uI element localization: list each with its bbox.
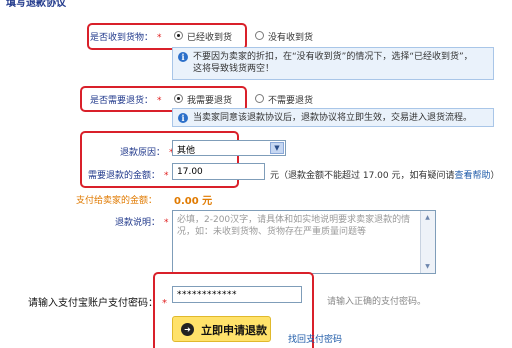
forgot-password-link[interactable]: 找回支付密码 [288, 332, 342, 345]
scroll-up-icon[interactable]: ▲ [422, 212, 433, 223]
submit-refund-button[interactable]: ➜ 立即申请退款 [172, 316, 271, 342]
refund-note-textarea[interactable]: 必填，2-200汉字，请具体和如实地说明要求卖家退款的情况，如：未收到货物、货物… [172, 210, 436, 274]
need-return-hint: i 当卖家同意该退款协议后，退款协议将立即生效，交易进入退货流程。 [172, 108, 494, 127]
refund-amount-label: 需要退款的金额： * [88, 171, 169, 181]
refund-note-label: 退款说明： * [115, 218, 169, 228]
need-return-no-radio[interactable] [255, 94, 264, 103]
textarea-scrollbar[interactable]: ▲ ▼ [420, 211, 435, 273]
seller-amount-label: 支付给卖家的金额： [76, 196, 158, 206]
arrow-right-icon: ➜ [181, 323, 194, 336]
info-icon: i [178, 113, 188, 123]
goods-received-no-radio[interactable] [255, 31, 264, 40]
refund-reason-select[interactable]: 其他 ▼ [172, 140, 286, 156]
password-label: 请输入支付宝账户支付密码： * [28, 298, 167, 309]
refund-amount-input[interactable]: 17.00 [172, 163, 265, 180]
need-return-no-label[interactable]: 不需要退货 [268, 93, 313, 106]
seller-amount-value: 0.00 元 [174, 196, 213, 207]
goods-received-label: 是否收到货物： * [90, 33, 162, 43]
scroll-down-icon[interactable]: ▼ [422, 261, 433, 272]
goods-received-hint: i 不要因为卖家的折扣，在“没有收到货”的情况下，选择“已经收到货”， 这将导致… [172, 47, 494, 80]
goods-received-yes-radio[interactable] [174, 31, 183, 40]
need-return-yes-radio[interactable] [174, 94, 183, 103]
submit-refund-label: 立即申请退款 [201, 324, 267, 337]
goods-received-hint-line2: 这将导致钱货两空！ [193, 64, 275, 74]
goods-received-no-label[interactable]: 没有收到货 [268, 30, 313, 43]
password-input[interactable]: ************ [172, 286, 302, 303]
section-title: 填写退款协议 [6, 0, 66, 9]
need-return-yes-label[interactable]: 我需要退货 [187, 93, 232, 106]
chevron-down-icon[interactable]: ▼ [270, 142, 284, 154]
refund-reason-label: 退款原因：* [120, 148, 174, 158]
need-return-label: 是否需要退货： * [90, 96, 162, 106]
password-hint: 请输入正确的支付密码。 [327, 297, 427, 307]
goods-received-hint-line1: 不要因为卖家的折扣，在“没有收到货”的情况下，选择“已经收到货”， [193, 52, 473, 62]
refund-amount-note: 元（退款金额不能超过 17.00 元，如有疑问请查看帮助） [270, 171, 500, 181]
goods-received-yes-label[interactable]: 已经收到货 [187, 30, 232, 43]
info-icon: i [178, 52, 188, 62]
help-link[interactable]: 查看帮助 [455, 171, 491, 181]
